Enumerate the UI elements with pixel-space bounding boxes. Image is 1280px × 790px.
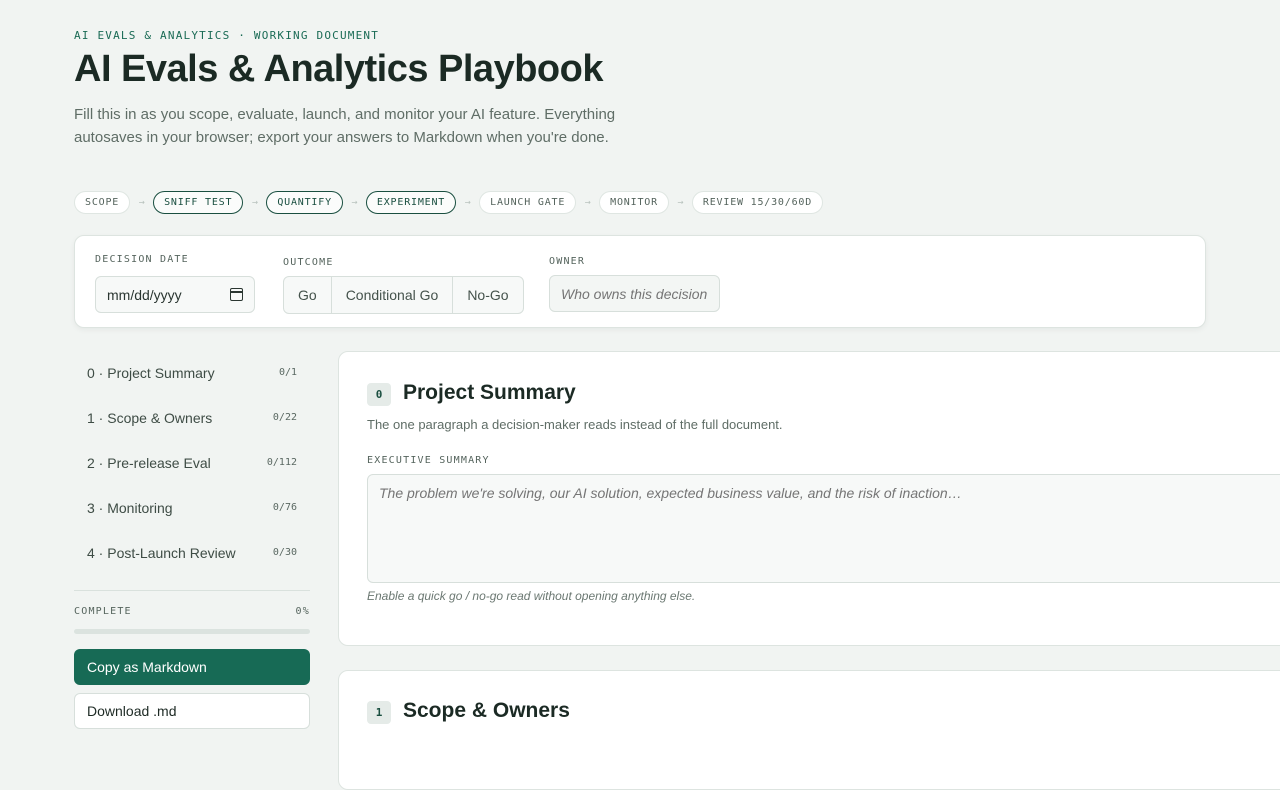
nav-item-label: 4 · Post-Launch Review (87, 544, 236, 561)
step-scope[interactable]: SCOPE (74, 191, 131, 214)
arrow-icon: → (677, 197, 684, 208)
step-sniff-test[interactable]: SNIFF TEST (153, 191, 244, 214)
section-description: The one paragraph a decision-maker reads… (367, 417, 783, 432)
completion-summary: COMPLETE 0% (74, 606, 310, 617)
document-eyebrow: AI EVALS & ANALYTICS · WORKING DOCUMENT (74, 29, 380, 42)
arrow-icon: → (584, 197, 591, 208)
nav-item-count: 0/76 (272, 502, 297, 513)
nav-item-label: 2 · Pre-release Eval (87, 454, 211, 471)
outcome-no-go-button[interactable]: No-Go (453, 277, 522, 313)
nav-item-count: 0/22 (272, 412, 297, 423)
complete-percent: 0% (295, 606, 310, 617)
date-value: mm/dd/yyyy (107, 286, 182, 303)
arrow-icon: → (138, 197, 145, 208)
executive-summary-textarea[interactable] (367, 474, 1280, 583)
field-hint: Enable a quick go / no-go read without o… (367, 589, 696, 603)
calendar-icon[interactable] (230, 288, 243, 301)
section-nav: 0 · Project Summary 0/1 1 · Scope & Owne… (74, 350, 310, 575)
nav-item-pre-release-eval[interactable]: 2 · Pre-release Eval 0/112 (74, 440, 310, 485)
nav-divider (74, 590, 310, 591)
copy-markdown-button[interactable]: Copy as Markdown (74, 649, 310, 685)
step-experiment[interactable]: EXPERIMENT (365, 191, 457, 214)
nav-item-count: 0/112 (266, 457, 297, 468)
section-number-badge: 0 (367, 383, 391, 406)
step-review[interactable]: REVIEW 15/30/60D (691, 191, 824, 214)
step-quantify[interactable]: QUANTIFY (266, 191, 343, 214)
page-intro: Fill this in as you scope, evaluate, lau… (74, 106, 616, 146)
arrow-icon: → (351, 197, 358, 208)
outcome-label: OUTCOME (283, 257, 334, 268)
step-monitor[interactable]: MONITOR (599, 191, 669, 214)
arrow-icon: → (251, 197, 258, 208)
owner-label: OWNER (549, 256, 586, 267)
outcome-go-button[interactable]: Go (284, 277, 332, 313)
nav-item-label: 0 · Project Summary (87, 364, 215, 381)
nav-item-count: 0/1 (278, 367, 297, 378)
nav-item-scope-owners[interactable]: 1 · Scope & Owners 0/22 (74, 395, 310, 440)
owner-input[interactable] (549, 275, 720, 312)
nav-item-label: 1 · Scope & Owners (87, 409, 213, 426)
step-launch-gate[interactable]: LAUNCH GATE (479, 191, 577, 214)
page-title: AI Evals & Analytics Playbook (74, 48, 603, 90)
outcome-conditional-go-button[interactable]: Conditional Go (332, 277, 454, 313)
decision-panel: DECISION DATE mm/dd/yyyy OUTCOME Go Cond… (74, 235, 1206, 328)
completion-progress-bar (74, 629, 310, 634)
decision-date-label: DECISION DATE (95, 254, 189, 265)
complete-label: COMPLETE (74, 606, 132, 617)
outcome-segmented-control: Go Conditional Go No-Go (283, 276, 524, 314)
nav-item-count: 0/30 (272, 547, 297, 558)
nav-item-label: 3 · Monitoring (87, 499, 173, 516)
section-title: Scope & Owners (403, 699, 570, 722)
nav-item-monitoring[interactable]: 3 · Monitoring 0/76 (74, 485, 310, 530)
nav-item-post-launch-review[interactable]: 4 · Post-Launch Review 0/30 (74, 530, 310, 575)
decision-date-input[interactable]: mm/dd/yyyy (95, 276, 255, 313)
nav-item-project-summary[interactable]: 0 · Project Summary 0/1 (74, 350, 310, 395)
step-tracker: SCOPE → SNIFF TEST → QUANTIFY → EXPERIME… (74, 191, 824, 214)
download-md-button[interactable]: Download .md (74, 693, 310, 729)
section-number-badge: 1 (367, 701, 391, 724)
arrow-icon: → (464, 197, 471, 208)
executive-summary-label: EXECUTIVE SUMMARY (367, 455, 490, 466)
section-title: Project Summary (403, 381, 576, 404)
section-card-project-summary: 0 Project Summary The one paragraph a de… (338, 351, 1280, 646)
section-card-scope-owners: 1 Scope & Owners (338, 670, 1280, 790)
